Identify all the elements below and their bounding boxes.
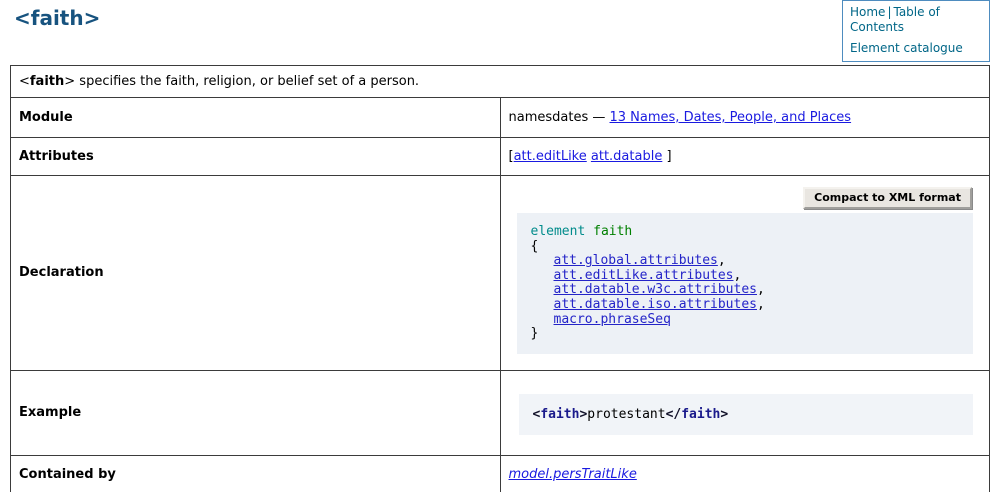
nav-line-2: Element catalogue bbox=[850, 41, 982, 56]
module-name: namesdates — bbox=[509, 110, 610, 125]
attributes-close-bracket: ] bbox=[666, 149, 671, 164]
module-row: Module namesdates — 13 Names, Dates, Peo… bbox=[11, 98, 990, 138]
comma: , bbox=[734, 268, 742, 283]
module-label: Module bbox=[11, 98, 501, 138]
nav-line-1: Home|Table of Contents bbox=[850, 5, 982, 35]
element-spec-table: <faith> specifies the faith, religion, o… bbox=[10, 65, 990, 492]
page-header: <faith> Home|Table of Contents Element c… bbox=[0, 0, 996, 65]
attribute-class-link-datable[interactable]: att.datable bbox=[591, 149, 662, 164]
attributes-value-cell: [att.editLike att.datable ] bbox=[500, 138, 990, 176]
example-label: Example bbox=[11, 370, 501, 455]
desc-gt: > bbox=[64, 74, 75, 89]
decl-ref-line: att.global.attributes, bbox=[531, 254, 964, 269]
contained-by-row: Contained by model.persTraitLike bbox=[11, 455, 990, 492]
description-row: <faith> specifies the faith, religion, o… bbox=[11, 66, 990, 98]
ref-link-att-editlike-attributes[interactable]: att.editLike.attributes bbox=[554, 268, 734, 283]
model-class-link-perstraitlike[interactable]: model.persTraitLike bbox=[509, 467, 637, 482]
comma: , bbox=[718, 253, 726, 268]
desc-lt: < bbox=[19, 74, 30, 89]
declaration-value-cell: Compact to XML format element faith{att.… bbox=[500, 176, 990, 371]
example-open-tag-name: faith bbox=[540, 407, 579, 422]
decl-close-brace: } bbox=[531, 327, 964, 342]
desc-tag-name: faith bbox=[30, 74, 64, 89]
module-chapter-link[interactable]: 13 Names, Dates, People, and Places bbox=[610, 110, 852, 125]
example-close-lt: </ bbox=[666, 407, 682, 422]
contained-by-label: Contained by bbox=[11, 455, 501, 492]
decl-ref-line: att.datable.w3c.attributes, bbox=[531, 283, 964, 298]
example-row: Example <faith>protestant</faith> bbox=[11, 370, 990, 455]
example-text-content: protestant bbox=[587, 407, 665, 422]
decl-ref-line: att.editLike.attributes, bbox=[531, 269, 964, 284]
example-value-cell: <faith>protestant</faith> bbox=[500, 370, 990, 455]
top-nav-box: Home|Table of Contents Element catalogue bbox=[842, 0, 990, 62]
example-code-block: <faith>protestant</faith> bbox=[519, 394, 974, 435]
description-text: specifies the faith, religion, or belief… bbox=[75, 74, 419, 89]
comma: , bbox=[757, 297, 765, 312]
decl-open-brace: { bbox=[531, 240, 964, 255]
declaration-label: Declaration bbox=[11, 176, 501, 371]
ref-link-macro-phraseseq[interactable]: macro.phraseSeq bbox=[554, 312, 671, 327]
rnc-keyword-element: element bbox=[531, 224, 586, 239]
nav-separator: | bbox=[887, 5, 891, 19]
decl-line-element: element faith bbox=[531, 225, 964, 240]
attribute-class-link-editlike[interactable]: att.editLike bbox=[514, 149, 587, 164]
nav-link-element-catalogue[interactable]: Element catalogue bbox=[850, 41, 963, 55]
example-close-gt: > bbox=[720, 407, 728, 422]
description-cell: <faith> specifies the faith, religion, o… bbox=[11, 66, 990, 98]
example-close-tag-name: faith bbox=[681, 407, 720, 422]
attributes-label: Attributes bbox=[11, 138, 501, 176]
attributes-row: Attributes [att.editLike att.datable ] bbox=[11, 138, 990, 176]
nav-link-home[interactable]: Home bbox=[850, 5, 885, 19]
ref-link-att-datable-w3c-attributes[interactable]: att.datable.w3c.attributes bbox=[554, 282, 758, 297]
declaration-row: Declaration Compact to XML format elemen… bbox=[11, 176, 990, 371]
ref-link-att-datable-iso-attributes[interactable]: att.datable.iso.attributes bbox=[554, 297, 758, 312]
module-value-cell: namesdates — 13 Names, Dates, People, an… bbox=[500, 98, 990, 138]
decl-ref-line: macro.phraseSeq bbox=[531, 313, 964, 328]
comma: , bbox=[757, 282, 765, 297]
rnc-element-name: faith bbox=[593, 224, 632, 239]
compact-to-xml-button[interactable]: Compact to XML format bbox=[803, 187, 972, 209]
declaration-code-block: element faith{att.global.attributes,att.… bbox=[517, 213, 974, 354]
decl-ref-line: att.datable.iso.attributes, bbox=[531, 298, 964, 313]
space bbox=[585, 224, 593, 239]
contained-by-value-cell: model.persTraitLike bbox=[500, 455, 990, 492]
ref-link-att-global-attributes[interactable]: att.global.attributes bbox=[554, 253, 718, 268]
